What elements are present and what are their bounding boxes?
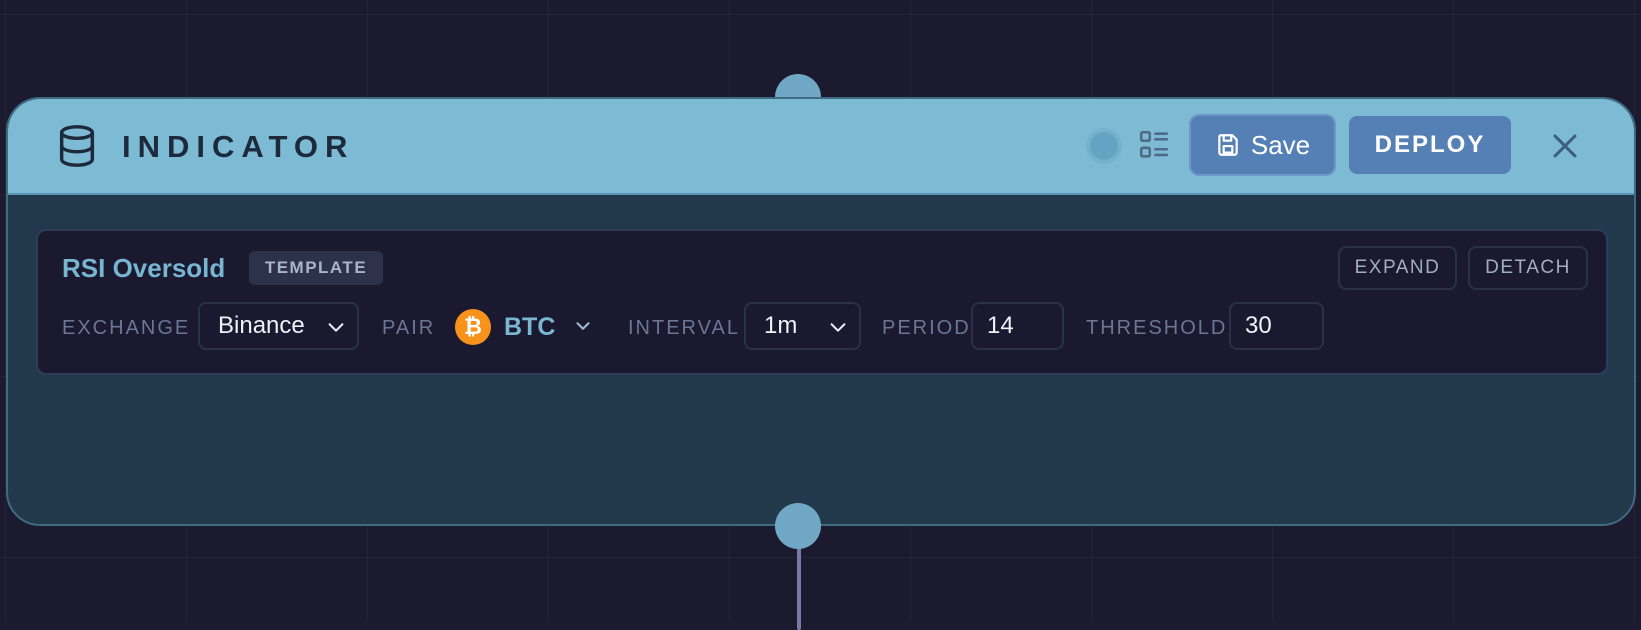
expand-button[interactable]: EXPAND — [1338, 246, 1457, 290]
detach-button[interactable]: DETACH — [1468, 246, 1588, 290]
indicator-card: RSI Oversold TEMPLATE EXPAND DETACH EXCH… — [36, 229, 1608, 375]
indicator-name: RSI Oversold — [62, 253, 226, 283]
status-dot-icon — [1090, 132, 1118, 160]
threshold-input[interactable]: 30 — [1229, 302, 1324, 350]
list-details-icon[interactable] — [1137, 128, 1171, 162]
save-icon — [1218, 134, 1238, 156]
exchange-label: EXCHANGE — [62, 317, 191, 339]
node-header[interactable]: INDICATOR Save DEPLOY — [8, 99, 1634, 195]
template-badge: TEMPLATE — [249, 251, 383, 285]
chevron-down-icon — [328, 323, 344, 332]
interval-value: 1m — [764, 312, 798, 339]
connection-edge[interactable] — [797, 540, 801, 630]
exchange-value: Binance — [218, 312, 305, 339]
save-label: Save — [1250, 129, 1311, 160]
database-icon — [59, 125, 95, 167]
indicator-node[interactable]: INDICATOR Save DEPLOY RSI Oversold TEMPL… — [6, 97, 1636, 526]
output-handle[interactable] — [775, 503, 821, 549]
deploy-button[interactable]: DEPLOY — [1349, 116, 1511, 174]
interval-select[interactable]: 1m — [744, 302, 861, 350]
chevron-down-icon[interactable] — [572, 315, 594, 337]
pair-label: PAIR — [382, 317, 436, 339]
bitcoin-icon: ₿ — [455, 309, 491, 345]
pair-value[interactable]: BTC — [504, 313, 555, 342]
period-label: PERIOD — [882, 317, 971, 339]
interval-label: INTERVAL — [628, 317, 740, 339]
close-icon[interactable] — [1548, 129, 1582, 163]
chevron-down-icon — [830, 323, 846, 332]
threshold-label: THRESHOLD — [1086, 317, 1228, 339]
exchange-select[interactable]: Binance — [198, 302, 359, 350]
period-input[interactable]: 14 — [971, 302, 1064, 350]
node-title: INDICATOR — [122, 129, 355, 164]
save-button[interactable]: Save — [1189, 114, 1336, 176]
